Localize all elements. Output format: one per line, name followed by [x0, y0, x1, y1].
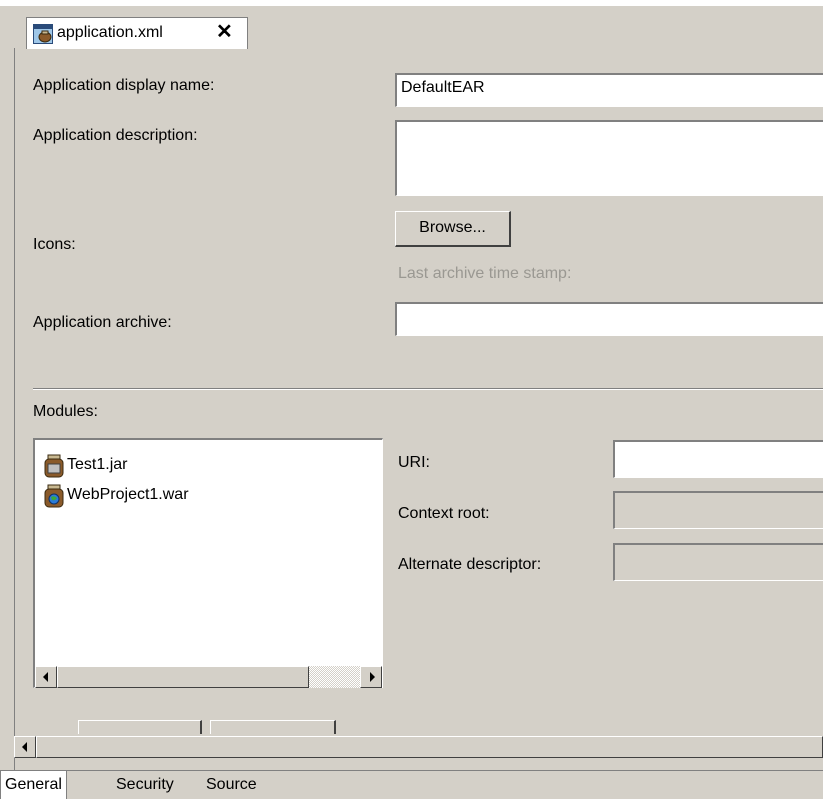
- close-icon[interactable]: ✕: [216, 20, 233, 44]
- uri-field[interactable]: [613, 440, 823, 478]
- module-name: WebProject1.war: [67, 486, 189, 503]
- scroll-track[interactable]: [309, 666, 360, 688]
- display-name-field[interactable]: DefaultEAR: [395, 73, 823, 107]
- scroll-right-button[interactable]: [360, 666, 382, 688]
- alternate-descriptor-field[interactable]: [613, 543, 823, 581]
- description-field[interactable]: [395, 120, 823, 196]
- tab-security[interactable]: Security: [112, 771, 178, 799]
- browse-button[interactable]: Browse...: [395, 211, 511, 247]
- modules-hscrollbar[interactable]: [35, 666, 382, 688]
- tab-general[interactable]: General: [0, 771, 67, 799]
- arrow-left-icon: [43, 672, 48, 682]
- editor-tab-label: application.xml: [57, 24, 163, 41]
- page-tabs: General Security Source: [0, 770, 823, 799]
- display-name-label: Application display name:: [33, 77, 215, 94]
- context-root-label: Context root:: [398, 505, 490, 522]
- add-module-button[interactable]: [78, 720, 202, 734]
- modules-list[interactable]: Test1.jar WebProject1.war: [33, 438, 383, 688]
- scroll-thumb[interactable]: [57, 666, 309, 688]
- scroll-left-button[interactable]: [14, 736, 36, 758]
- editor-tab-application-xml[interactable]: application.xml ✕: [26, 17, 248, 49]
- top-edge: [0, 0, 823, 6]
- description-label: Application description:: [33, 127, 198, 144]
- alternate-descriptor-label: Alternate descriptor:: [398, 556, 542, 573]
- jar-module-icon: [44, 454, 64, 478]
- tab-source[interactable]: Source: [202, 771, 261, 799]
- modules-label: Modules:: [33, 403, 98, 420]
- icons-label: Icons:: [33, 236, 76, 253]
- section-separator: [33, 388, 823, 390]
- module-name: Test1.jar: [67, 456, 128, 473]
- ear-file-icon: [33, 24, 53, 44]
- remove-module-button[interactable]: [210, 720, 336, 734]
- context-root-field[interactable]: [613, 491, 823, 529]
- uri-label: URI:: [398, 454, 430, 471]
- editor-hscrollbar[interactable]: [14, 736, 823, 758]
- scroll-thumb[interactable]: [36, 736, 823, 758]
- arrow-right-icon: [370, 672, 375, 682]
- archive-field[interactable]: [395, 302, 823, 336]
- archive-label: Application archive:: [33, 314, 172, 331]
- scroll-left-button[interactable]: [35, 666, 57, 688]
- war-module-icon: [44, 484, 64, 508]
- timestamp-label: Last archive time stamp:: [398, 265, 572, 282]
- arrow-left-icon: [22, 742, 27, 752]
